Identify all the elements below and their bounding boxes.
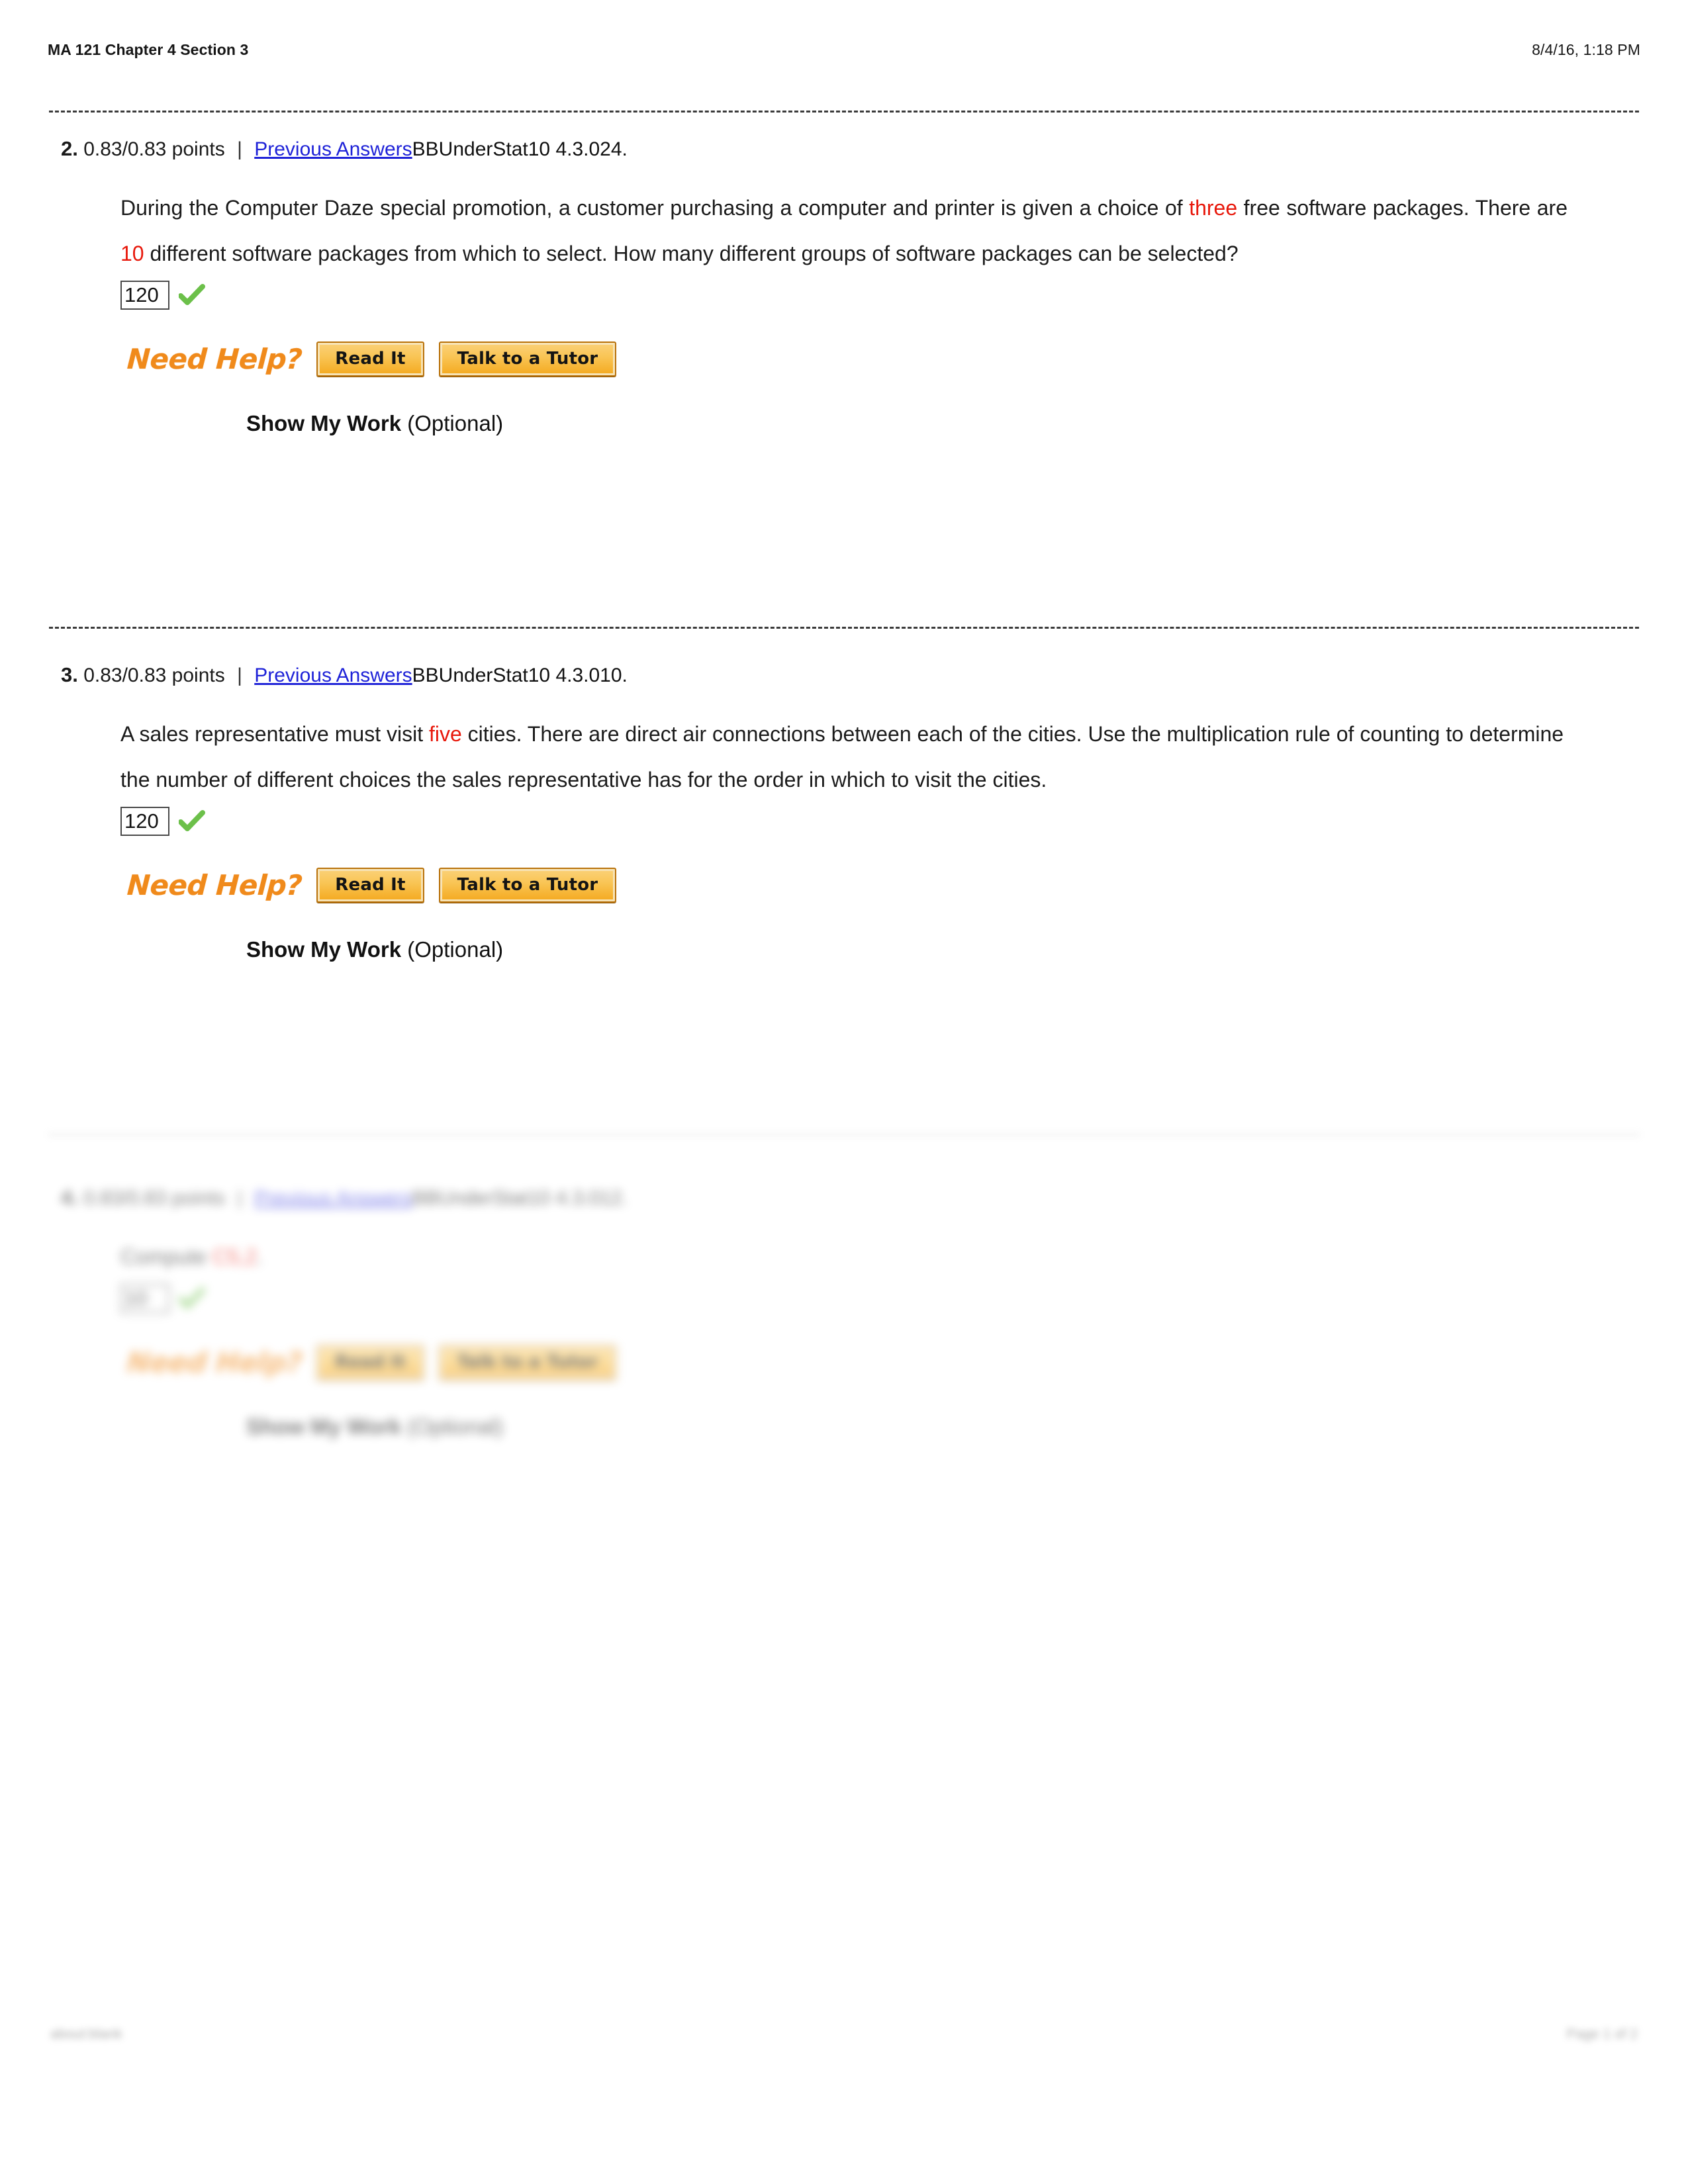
question-3-answer-row [48,807,1640,836]
question-3-need-help-row: Need Help? Read It Talk to a Tutor [48,868,1640,903]
read-it-button-3[interactable]: Read It [316,868,424,903]
q3-part-1: five [428,722,462,746]
print-timestamp: 8/4/16, 1:18 PM [1532,41,1640,58]
footer-page-number: Page 1 of 2 [1566,2026,1638,2042]
question-2-text: During the Computer Daze special promoti… [48,185,1640,277]
read-it-button-4[interactable]: Read It [316,1345,424,1380]
question-4-number: 4. [61,1186,78,1209]
q2-part-4: different software packages from which t… [144,242,1239,265]
question-4-answer-row [48,1284,1640,1313]
separator-top [49,111,1639,113]
print-page: MA 121 Chapter 4 Section 3 8/4/16, 1:18 … [0,0,1688,2184]
show-my-work-optional-2: (Optional) [407,411,504,435]
need-help-label-2: Need Help? [126,343,303,375]
question-3-points-label: points [171,664,225,686]
question-3-code: BBUnderStat10 4.3.010. [412,664,628,686]
question-block-2: 2. 0.83/0.83 points | Previous AnswersBB… [48,136,1640,436]
print-footer: about:blank Page 1 of 2 [50,2026,1638,2049]
talk-to-a-tutor-button-4[interactable]: Talk to a Tutor [438,1345,617,1380]
show-my-work-label-2: Show My Work [246,411,402,435]
q4-part-1: C5,2 [212,1245,258,1269]
question-4-text: Compute C5,2. [48,1234,1640,1280]
question-3-number: 3. [61,663,78,686]
question-2-points-label: points [171,138,225,160]
q2-part-1: three [1189,196,1238,220]
question-2-points: 0.83/0.83 [83,138,167,160]
question-2-divider: | [237,138,242,160]
question-2-header: 2. 0.83/0.83 points | Previous AnswersBB… [48,136,1640,163]
question-3-show-my-work[interactable]: Show My Work (Optional) [48,937,1640,962]
answer-input-3[interactable] [120,807,169,836]
question-block-3: 3. 0.83/0.83 points | Previous AnswersBB… [48,662,1640,962]
q4-part-2: . [257,1245,263,1269]
q3-part-0: A sales representative must visit [120,722,429,746]
previous-answers-link-2[interactable]: Previous Answers [254,138,412,160]
q2-part-2: free software packages. There are [1237,196,1568,220]
print-header: MA 121 Chapter 4 Section 3 8/4/16, 1:18 … [48,41,1640,64]
talk-to-a-tutor-button-3[interactable]: Talk to a Tutor [438,868,617,903]
question-3-text: A sales representative must visit five c… [48,711,1640,803]
show-my-work-optional-4: (Optional) [407,1414,504,1439]
question-4-points-label: points [171,1187,225,1209]
read-it-button-2[interactable]: Read It [316,341,424,377]
question-4-header: 4. 0.83/0.83 points | Previous AnswersBB… [48,1185,1640,1212]
question-block-4: 4. 0.83/0.83 points | Previous AnswersBB… [48,1185,1640,1439]
previous-answers-link-4[interactable]: Previous Answers [254,1187,412,1209]
separator-bottom [49,1134,1639,1136]
answer-input-2[interactable] [120,281,169,310]
footer-url: about:blank [50,2026,122,2042]
question-4-divider: | [237,1187,242,1209]
question-3-divider: | [237,664,242,686]
question-3-points: 0.83/0.83 [83,664,167,686]
q4-part-0: Compute [120,1245,212,1269]
previous-answers-link-3[interactable]: Previous Answers [254,664,412,686]
question-2-answer-row [48,281,1640,310]
green-checkmark-icon [179,284,205,306]
question-3-header: 3. 0.83/0.83 points | Previous AnswersBB… [48,662,1640,689]
document-title: MA 121 Chapter 4 Section 3 [48,41,249,58]
need-help-label-3: Need Help? [126,869,303,901]
show-my-work-optional-3: (Optional) [407,937,504,962]
question-4-need-help-row: Need Help? Read It Talk to a Tutor [48,1345,1640,1380]
talk-to-a-tutor-button-2[interactable]: Talk to a Tutor [438,341,617,377]
question-4-code: BBUnderStat10 4.3.012. [412,1187,628,1209]
question-2-need-help-row: Need Help? Read It Talk to a Tutor [48,341,1640,377]
separator-middle [49,627,1639,629]
green-checkmark-icon [179,810,205,833]
question-2-show-my-work[interactable]: Show My Work (Optional) [48,411,1640,436]
q2-part-0: During the Computer Daze special promoti… [120,196,1190,220]
answer-input-4[interactable] [120,1284,169,1313]
question-2-code: BBUnderStat10 4.3.024. [412,138,628,160]
question-4-points: 0.83/0.83 [83,1187,167,1209]
question-4-show-my-work[interactable]: Show My Work (Optional) [48,1414,1640,1439]
need-help-label-4: Need Help? [126,1346,303,1379]
q2-part-3: 10 [120,242,144,265]
green-checkmark-icon [179,1287,205,1310]
question-2-number: 2. [61,137,78,160]
show-my-work-label-3: Show My Work [246,937,402,962]
show-my-work-label-4: Show My Work [246,1414,402,1439]
